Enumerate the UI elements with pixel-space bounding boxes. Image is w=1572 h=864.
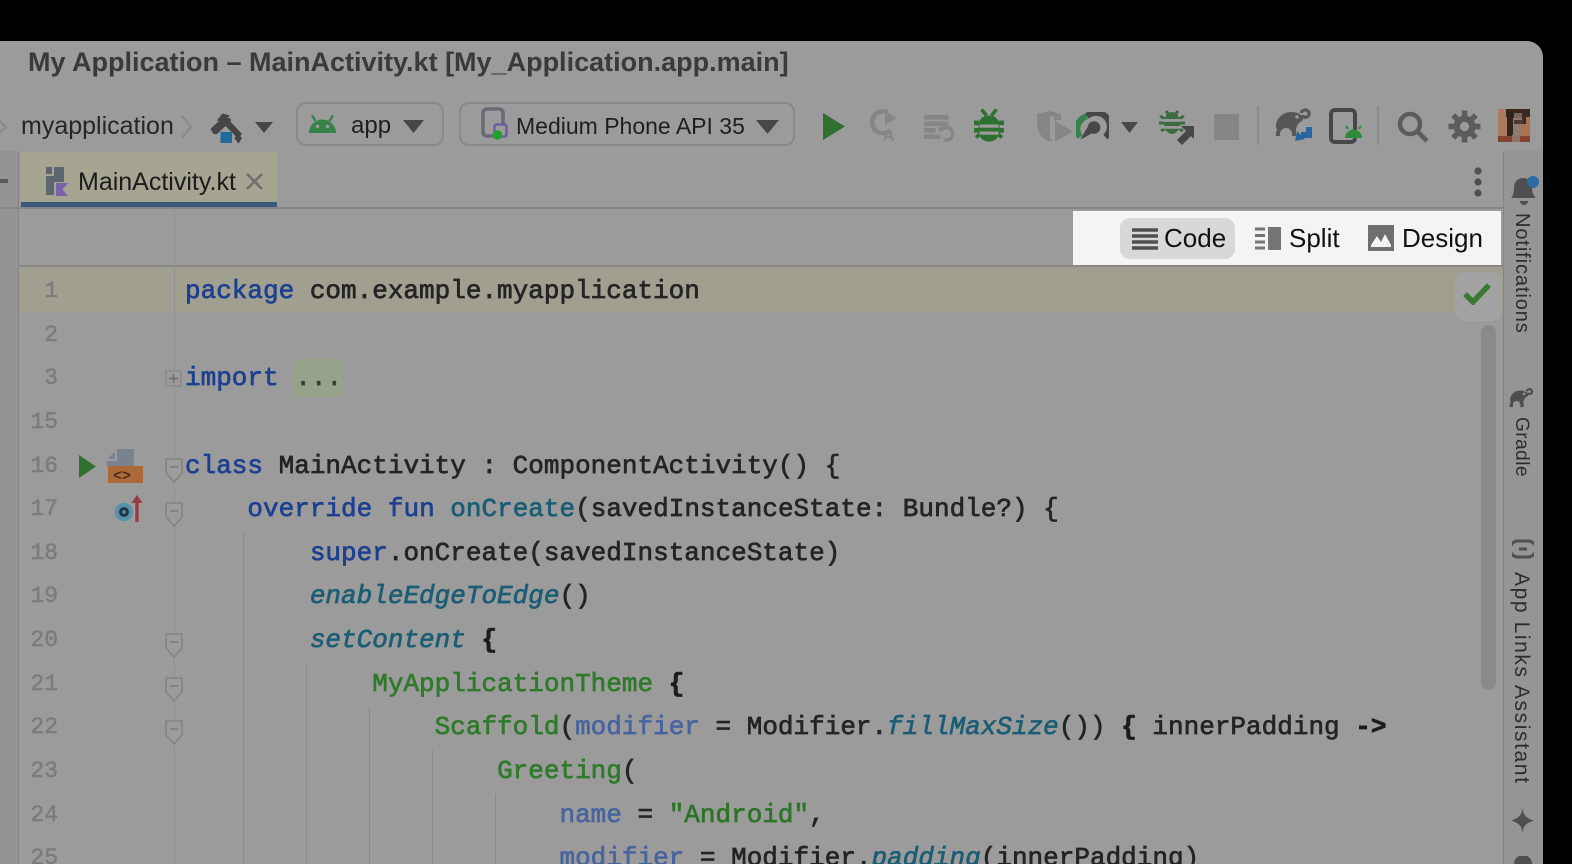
svg-text:<>: <> bbox=[113, 468, 131, 483]
svg-text:A: A bbox=[883, 128, 895, 142]
